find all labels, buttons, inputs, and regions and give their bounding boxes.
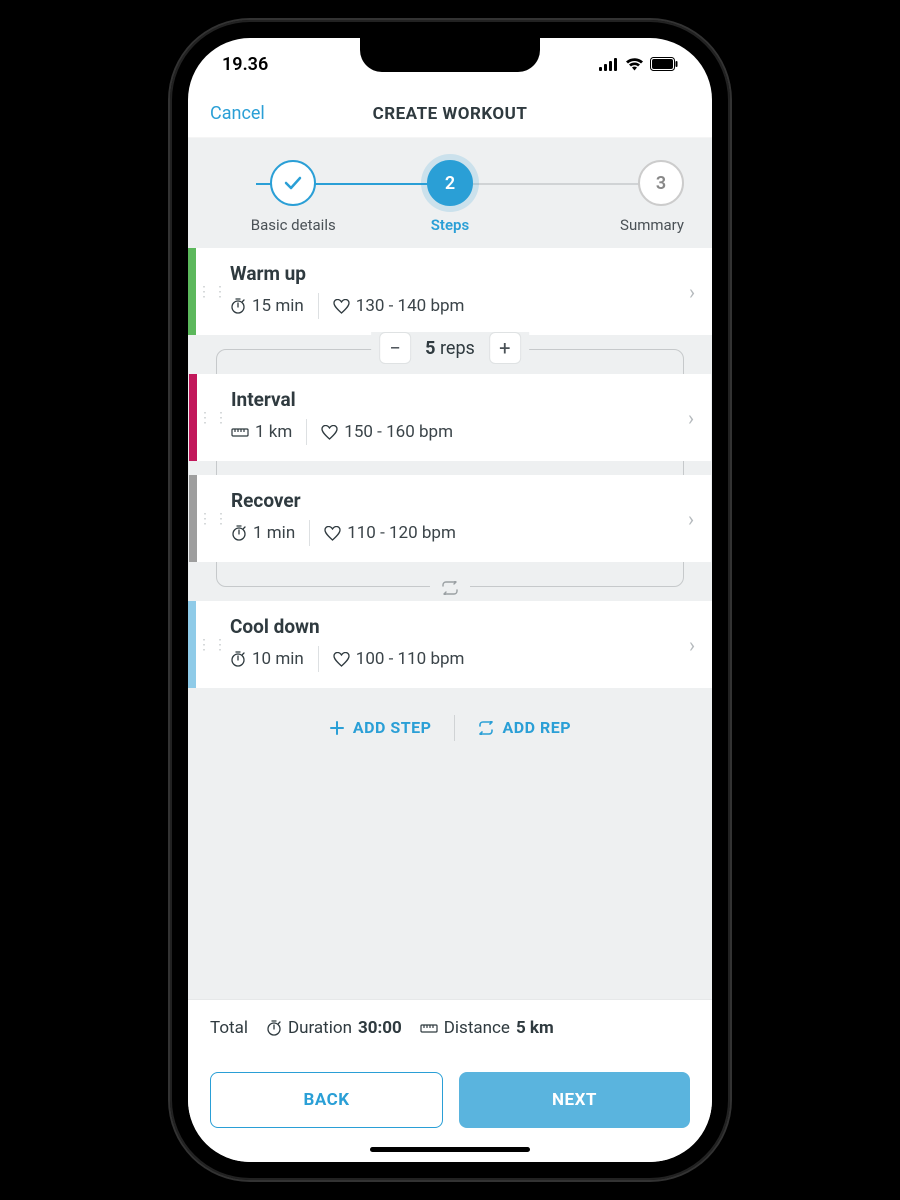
drag-handle-icon[interactable]: ⋮⋮ xyxy=(196,601,230,688)
separator xyxy=(318,293,319,319)
step-color-bar xyxy=(189,374,197,461)
add-step-button[interactable]: ADD STEP xyxy=(307,712,454,743)
page-title: CREATE WORKOUT xyxy=(373,104,528,124)
wizard-label: Summary xyxy=(620,216,684,234)
step-meta: 10 min 100 - 110 bpm xyxy=(230,646,664,672)
drag-handle-icon[interactable]: ⋮⋮ xyxy=(197,475,231,562)
step-body: Cool down 10 min 100 - 110 bpm xyxy=(230,601,672,688)
duration-value: 15 min xyxy=(230,296,304,316)
phone-frame: 19.36 Cancel CREATE WORKOUT xyxy=(170,20,730,1180)
cancel-button[interactable]: Cancel xyxy=(210,103,265,124)
step-card-recover[interactable]: ⋮⋮ Recover 1 min xyxy=(189,475,711,562)
drag-handle-icon[interactable]: ⋮⋮ xyxy=(197,374,231,461)
step-title: Recover xyxy=(231,489,663,512)
separator xyxy=(306,419,307,445)
heart-rate-value: 130 - 140 bpm xyxy=(333,296,465,316)
wizard-step-number: 3 xyxy=(638,160,684,206)
distance-value: 1 km xyxy=(231,422,292,442)
wizard-step-number: 2 xyxy=(427,160,473,206)
stopwatch-icon xyxy=(230,651,246,667)
wizard-label: Basic details xyxy=(251,216,336,234)
wizard-label: Steps xyxy=(431,216,469,234)
heart-rate-value: 100 - 110 bpm xyxy=(333,649,465,669)
battery-icon xyxy=(650,57,678,71)
duration-value: 10 min xyxy=(230,649,304,669)
separator xyxy=(318,646,319,672)
heart-icon xyxy=(333,652,350,667)
total-distance: Distance 5 km xyxy=(420,1018,554,1038)
step-meta: 15 min 130 - 140 bpm xyxy=(230,293,664,319)
step-color-bar xyxy=(188,248,196,335)
home-indicator[interactable] xyxy=(370,1147,530,1152)
add-rep-button[interactable]: ADD REP xyxy=(455,712,594,743)
reps-border: − 5 reps + ⋮⋮ Interval xyxy=(216,349,684,587)
step-title: Cool down xyxy=(230,615,664,638)
step-body: Recover 1 min 110 - 120 bpm xyxy=(231,475,671,562)
plus-icon xyxy=(329,720,345,736)
total-duration: Duration 30:00 xyxy=(266,1018,402,1038)
wizard-step-summary[interactable]: 3 Summary xyxy=(530,160,684,234)
reps-count-label: 5 reps xyxy=(425,338,475,359)
step-card-cooldown[interactable]: ⋮⋮ Cool down 10 min 100 - 110 bpm xyxy=(188,601,712,688)
add-actions-row: ADD STEP ADD REP xyxy=(188,702,712,761)
step-body: Warm up 15 min 130 - 140 bpm xyxy=(230,248,672,335)
notch xyxy=(360,38,540,72)
stopwatch-icon xyxy=(231,525,247,541)
status-icons xyxy=(599,57,678,71)
stopwatch-icon xyxy=(230,298,246,314)
chevron-right-icon: › xyxy=(672,248,712,335)
separator xyxy=(309,520,310,546)
workout-steps-list: ⋮⋮ Warm up 15 min 130 - 140 bpm xyxy=(188,248,712,999)
status-time: 19.36 xyxy=(222,54,268,75)
chevron-right-icon: › xyxy=(672,601,712,688)
cellular-icon xyxy=(599,58,619,71)
step-card-warmup[interactable]: ⋮⋮ Warm up 15 min 130 - 140 bpm xyxy=(188,248,712,335)
back-button[interactable]: BACK xyxy=(210,1072,443,1128)
step-title: Interval xyxy=(231,388,663,411)
wizard-progress: Basic details 2 Steps 3 Summary xyxy=(188,138,712,248)
chevron-right-icon: › xyxy=(671,475,711,562)
step-meta: 1 min 110 - 120 bpm xyxy=(231,520,663,546)
increase-reps-button[interactable]: + xyxy=(489,332,521,364)
ruler-icon xyxy=(420,1022,438,1034)
next-button[interactable]: NEXT xyxy=(459,1072,690,1128)
totals-bar: Total Duration 30:00 Distance 5 km xyxy=(188,999,712,1056)
checkmark-icon xyxy=(270,160,316,206)
heart-icon xyxy=(333,299,350,314)
reps-group: − 5 reps + ⋮⋮ Interval xyxy=(188,349,712,587)
heart-icon xyxy=(321,425,338,440)
duration-value: 1 min xyxy=(231,523,295,543)
screen: 19.36 Cancel CREATE WORKOUT xyxy=(188,38,712,1162)
wizard-step-basic-details[interactable]: Basic details xyxy=(216,160,370,234)
heart-icon xyxy=(324,526,341,541)
reps-header: − 5 reps + xyxy=(371,332,529,364)
drag-handle-icon[interactable]: ⋮⋮ xyxy=(196,248,230,335)
step-color-bar xyxy=(188,601,196,688)
decrease-reps-button[interactable]: − xyxy=(379,332,411,364)
loop-icon xyxy=(477,721,495,735)
ruler-icon xyxy=(231,426,249,438)
step-meta: 1 km 150 - 160 bpm xyxy=(231,419,663,445)
step-card-interval[interactable]: ⋮⋮ Interval 1 km xyxy=(189,374,711,461)
chevron-right-icon: › xyxy=(671,374,711,461)
heart-rate-value: 110 - 120 bpm xyxy=(324,523,456,543)
stopwatch-icon xyxy=(266,1020,282,1036)
wifi-icon xyxy=(625,57,644,71)
total-label: Total xyxy=(210,1018,248,1038)
step-color-bar xyxy=(189,475,197,562)
wizard-step-steps[interactable]: 2 Steps xyxy=(373,160,527,234)
heart-rate-value: 150 - 160 bpm xyxy=(321,422,453,442)
loop-icon xyxy=(430,581,470,595)
step-title: Warm up xyxy=(230,262,664,285)
nav-bar: Cancel CREATE WORKOUT xyxy=(188,90,712,138)
step-body: Interval 1 km 150 - 160 bpm xyxy=(231,374,671,461)
